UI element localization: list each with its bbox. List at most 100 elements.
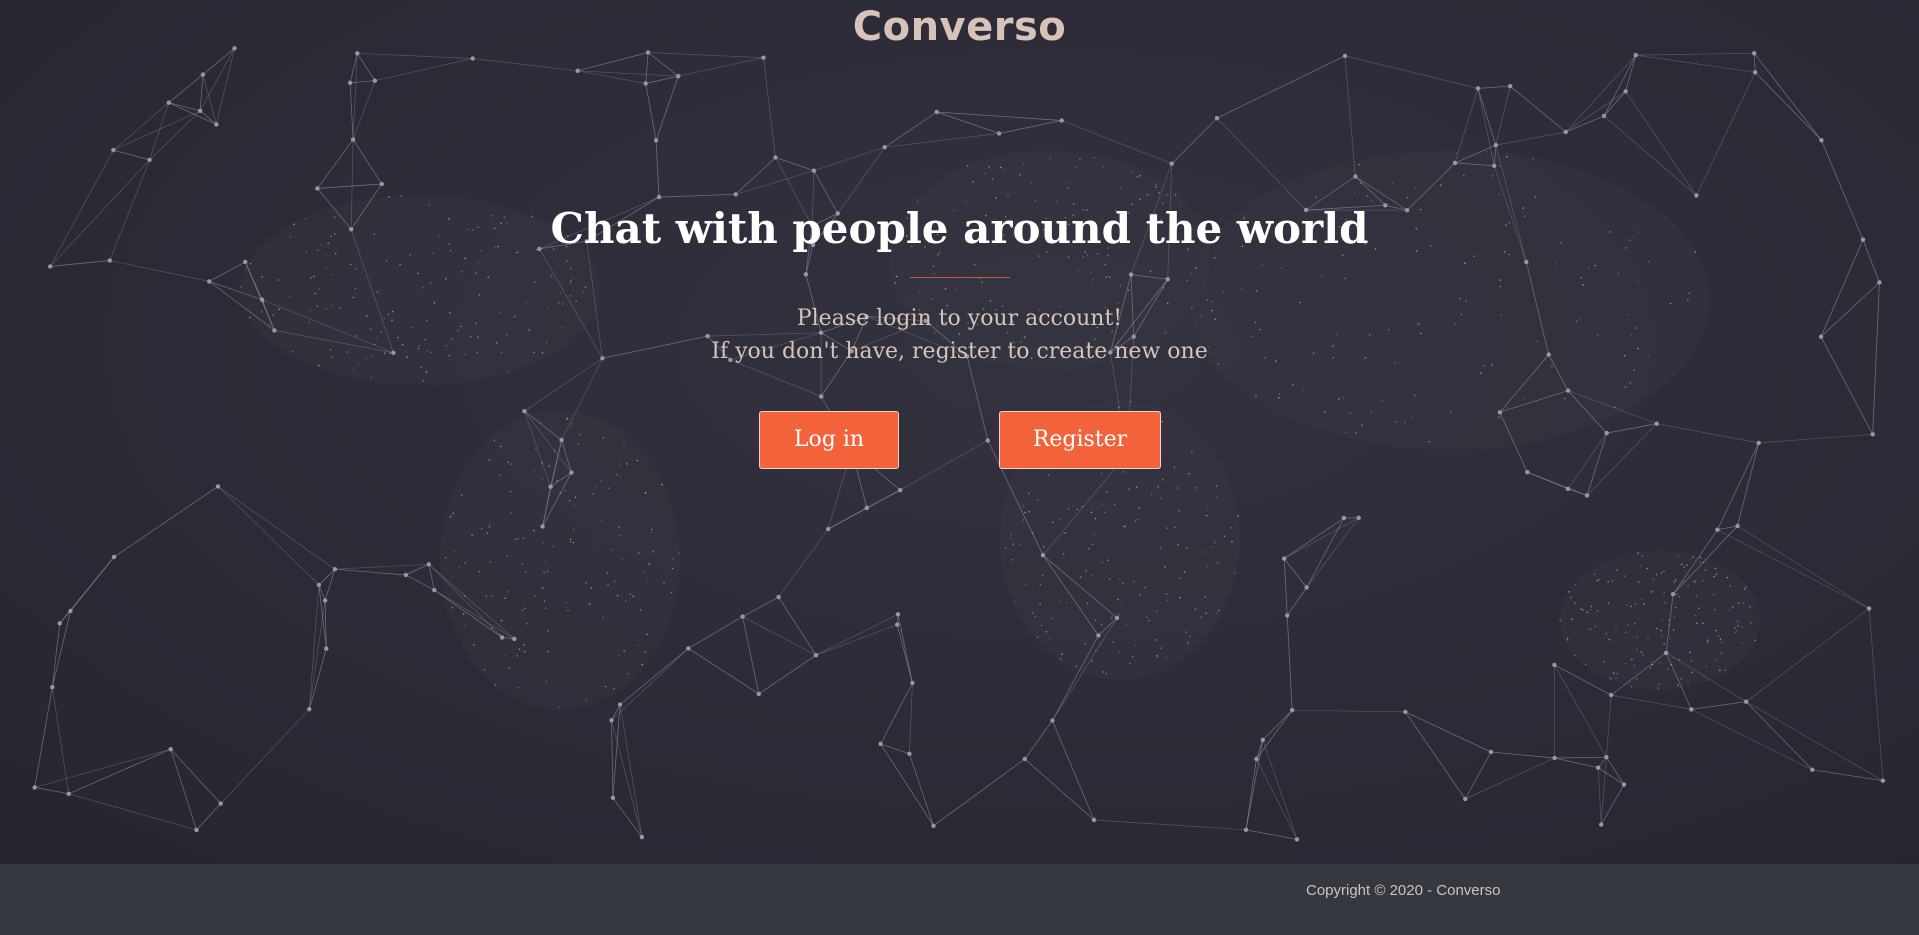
city-light-dot (577, 443, 580, 445)
city-light-dot (895, 275, 898, 278)
city-light-dot (1607, 602, 1610, 604)
city-light-dot (1707, 641, 1709, 643)
network-node (985, 438, 990, 443)
city-light-dot (623, 650, 625, 652)
continent-shape (1560, 550, 1760, 690)
city-light-dot (1158, 192, 1160, 194)
city-light-dot (1728, 609, 1731, 611)
city-light-dot (1687, 681, 1689, 683)
city-light-dot (1048, 637, 1051, 639)
network-link (1737, 525, 1870, 609)
city-light-dot (1616, 672, 1618, 675)
network-link (170, 749, 197, 831)
city-light-dot (1137, 518, 1139, 521)
city-light-dot (1349, 412, 1351, 415)
network-node (372, 78, 378, 83)
network-link (1868, 608, 1884, 781)
network-link (900, 440, 988, 491)
city-light-dot (1642, 653, 1644, 656)
city-light-dot (1091, 543, 1094, 546)
city-light-dot (1173, 466, 1176, 469)
city-light-dot (569, 541, 572, 543)
network-link (149, 110, 201, 161)
city-light-dot (546, 570, 549, 573)
network-link (349, 82, 354, 140)
network-node (107, 258, 113, 263)
city-light-dot (1699, 561, 1701, 563)
city-light-dot (1146, 616, 1148, 619)
network-link (405, 574, 435, 591)
network-link (655, 140, 660, 198)
city-light-dot (1674, 579, 1677, 581)
city-light-dot (464, 624, 467, 627)
network-link (742, 616, 760, 694)
city-light-dot (629, 593, 632, 595)
city-light-dot (1162, 478, 1164, 481)
city-light-dot (1491, 364, 1493, 366)
register-button[interactable]: Register (999, 411, 1161, 469)
city-light-dot (1129, 662, 1131, 665)
city-light-dot (464, 257, 466, 260)
city-light-dot (1237, 515, 1239, 517)
city-light-dot (425, 370, 428, 373)
city-light-dot (1154, 186, 1157, 188)
city-light-dot (632, 595, 634, 598)
city-light-dot (490, 595, 493, 597)
network-link (196, 803, 221, 831)
city-light-dot (1590, 628, 1593, 630)
city-light-dot (1660, 629, 1662, 632)
network-link (612, 704, 621, 798)
network-node (1524, 259, 1529, 265)
city-light-dot (1693, 581, 1695, 583)
city-light-dot (1065, 180, 1068, 183)
login-button[interactable]: Log in (759, 411, 899, 469)
city-light-dot (602, 436, 605, 439)
city-light-dot (478, 570, 481, 573)
city-light-dot (989, 300, 992, 302)
city-light-dot (494, 683, 497, 686)
city-light-dot (1660, 572, 1663, 574)
city-light-dot (470, 336, 472, 338)
city-light-dot (1699, 556, 1702, 559)
network-link (68, 748, 171, 795)
city-light-dot (420, 366, 423, 369)
city-light-dot (1630, 334, 1633, 336)
city-light-dot (585, 582, 587, 584)
city-light-dot (1177, 543, 1180, 546)
city-light-dot (1635, 678, 1638, 680)
city-light-dot (1721, 641, 1723, 644)
city-light-dot (1010, 533, 1012, 536)
network-link (735, 157, 776, 195)
city-light-dot (619, 463, 622, 465)
city-light-dot (568, 499, 571, 502)
city-light-dot (548, 465, 551, 467)
city-light-dot (639, 609, 642, 611)
city-light-dot (1439, 184, 1442, 186)
city-light-dot (518, 648, 521, 650)
city-light-dot (556, 479, 558, 482)
city-light-dot (604, 685, 607, 688)
network-node (1022, 756, 1027, 762)
network-node (1609, 692, 1614, 698)
city-light-dot (1491, 175, 1493, 177)
city-light-dot (1124, 525, 1126, 528)
city-light-dot (452, 575, 455, 577)
network-node (826, 526, 831, 532)
network-link (1344, 55, 1479, 89)
city-light-dot (1695, 595, 1698, 598)
city-light-dot (471, 534, 473, 536)
city-light-dot (572, 541, 575, 544)
city-light-dot (572, 277, 574, 280)
city-light-dot (1118, 651, 1120, 653)
city-light-dot (652, 550, 654, 553)
city-light-dot (1105, 490, 1108, 493)
city-light-dot (1315, 196, 1317, 198)
city-light-dot (1615, 677, 1617, 679)
city-light-dot (522, 643, 525, 646)
network-node (540, 524, 545, 529)
network-link (1554, 757, 1599, 769)
city-light-dot (1061, 653, 1063, 655)
city-light-dot (1641, 554, 1643, 557)
city-light-dot (1359, 182, 1362, 185)
city-light-dot (1234, 572, 1236, 574)
